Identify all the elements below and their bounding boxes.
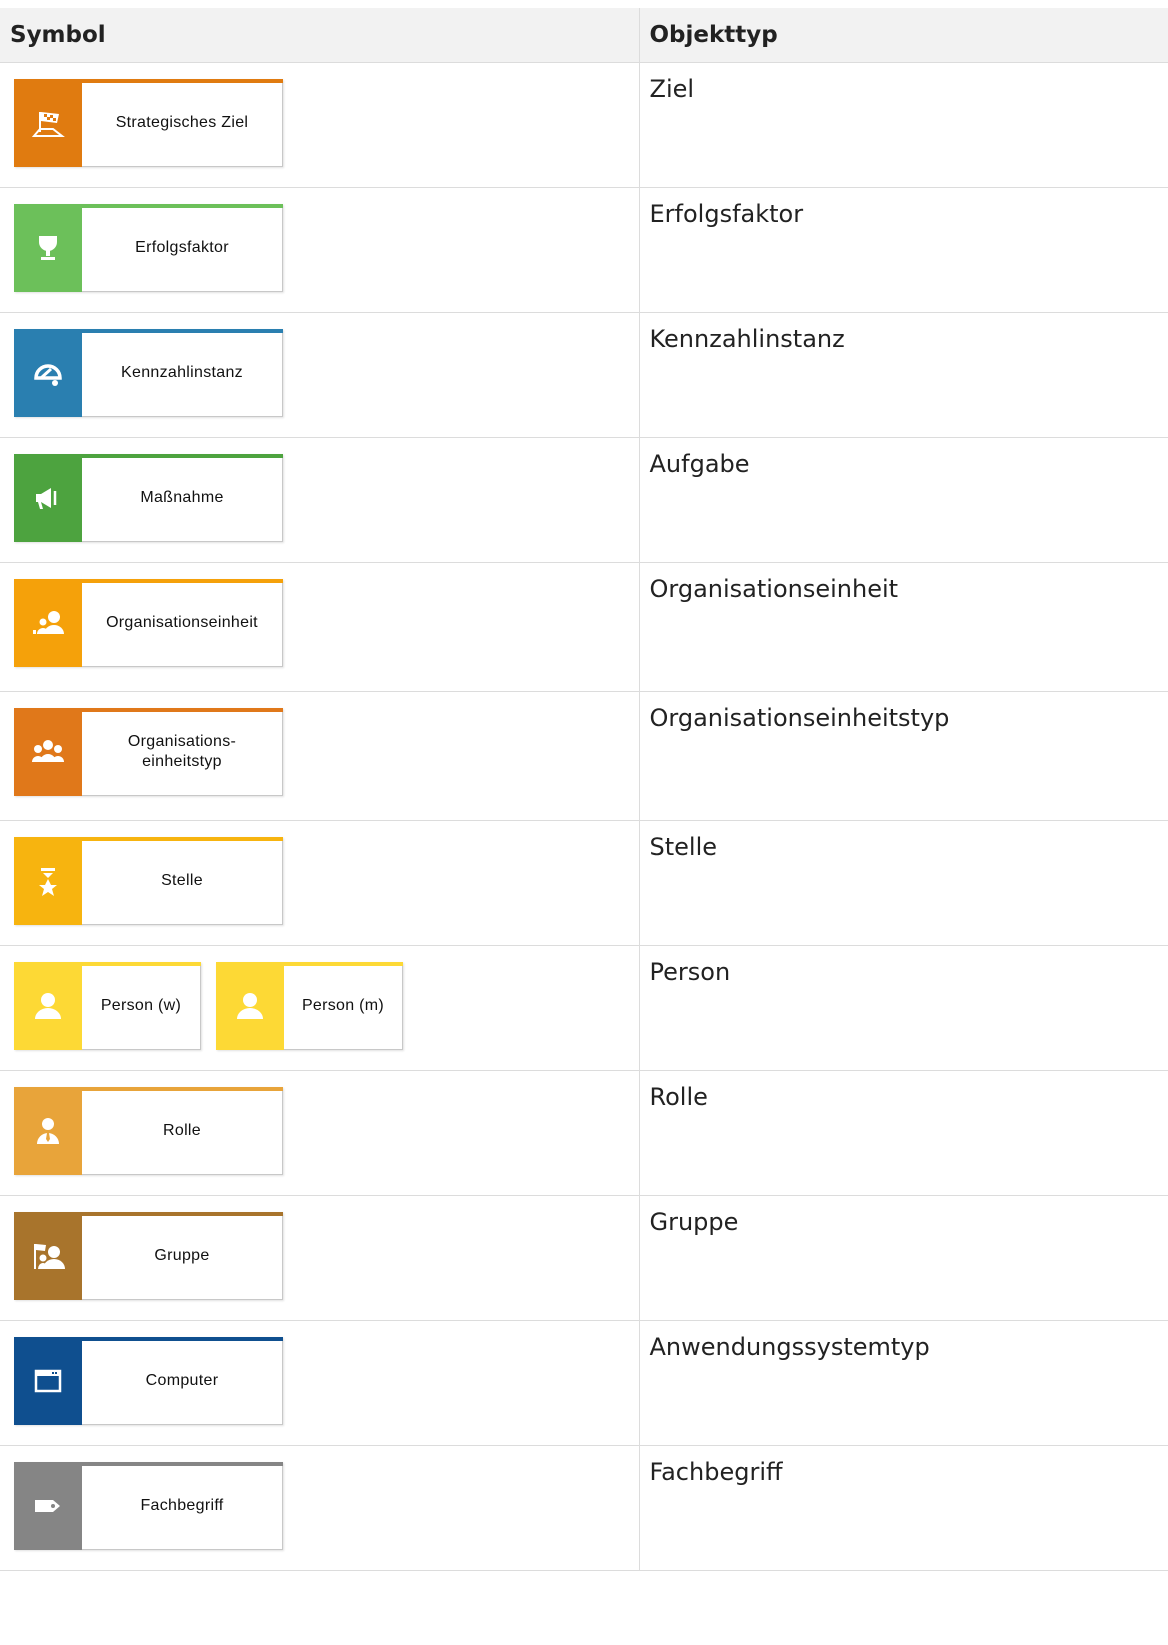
flag-icon — [14, 79, 82, 167]
object-symbol: Organisationseinheit — [14, 579, 283, 667]
trophy-icon — [14, 204, 82, 292]
objekttyp-cell: Rolle — [639, 1070, 1168, 1196]
table-row: Person (w) Person (m) Person — [0, 945, 1168, 1071]
table-row: Maßnahme Aufgabe — [0, 437, 1168, 563]
table-row: Strategisches Ziel Ziel — [0, 62, 1168, 188]
objekttyp-cell: Organisationseinheit — [639, 562, 1168, 692]
objekttyp-cell: Organisationseinheitstyp — [639, 691, 1168, 821]
object-symbol: Kennzahlinstanz — [14, 329, 283, 417]
object-symbol: Rolle — [14, 1087, 283, 1175]
table-row: Organisations- einheitstyp Organisationse… — [0, 691, 1168, 821]
window-icon — [14, 1337, 82, 1425]
objekttyp-cell: Gruppe — [639, 1195, 1168, 1321]
org-unit-type-icon — [14, 708, 82, 796]
objekttyp-cell: Aufgabe — [639, 437, 1168, 563]
symbol-cell: Organisations- einheitstyp — [0, 691, 640, 821]
person-female-icon — [14, 962, 82, 1050]
objekttyp-cell: Fachbegriff — [639, 1445, 1168, 1571]
object-symbol: Organisations- einheitstyp — [14, 708, 283, 796]
symbol-label: Erfolgsfaktor — [135, 239, 229, 256]
symbol-label: Strategisches Ziel — [115, 114, 249, 131]
objekttyp-cell: Anwendungssystemtyp — [639, 1320, 1168, 1446]
header-symbol: Symbol — [0, 8, 640, 63]
table-row: Computer Anwendungssystemtyp — [0, 1320, 1168, 1446]
symbol-label: Stelle — [161, 872, 203, 889]
header-row: Symbol Objekttyp — [0, 8, 1168, 63]
symbol-cell: Kennzahlinstanz — [0, 312, 640, 438]
symbol-cell: Person (w) Person (m) — [0, 945, 640, 1071]
objekttyp-cell: Stelle — [639, 820, 1168, 946]
position-icon — [14, 837, 82, 925]
object-symbol: Fachbegriff — [14, 1462, 283, 1550]
role-icon — [14, 1087, 82, 1175]
table-row: Rolle Rolle — [0, 1070, 1168, 1196]
megaphone-icon — [14, 454, 82, 542]
symbol-label: Rolle — [163, 1122, 201, 1139]
symbol-label: Organisationseinheit — [106, 614, 258, 631]
object-symbol: Person (w) — [14, 962, 201, 1050]
symbol-label: Kennzahlinstanz — [121, 364, 243, 381]
symbol-cell: Computer — [0, 1320, 640, 1446]
symbol-cell: Maßnahme — [0, 437, 640, 563]
object-symbol: Stelle — [14, 837, 283, 925]
table-row: Fachbegriff Fachbegriff — [0, 1445, 1168, 1571]
symbol-label: Person (w) — [100, 997, 182, 1014]
object-symbol: Gruppe — [14, 1212, 283, 1300]
symbol-label: Fachbegriff — [140, 1497, 224, 1514]
gauge-icon — [14, 329, 82, 417]
table-row: Organisationseinheit Organisationseinheit — [0, 562, 1168, 692]
objekttyp-cell: Person — [639, 945, 1168, 1071]
table-row: Erfolgsfaktor Erfolgsfaktor — [0, 187, 1168, 313]
symbol-cell: Organisationseinheit — [0, 562, 640, 692]
objekttyp-cell: Ziel — [639, 62, 1168, 188]
object-symbol: Maßnahme — [14, 454, 283, 542]
group-icon — [14, 1212, 82, 1300]
symbol-cell: Stelle — [0, 820, 640, 946]
org-unit-icon — [14, 579, 82, 667]
symbol-table: Symbol Objekttyp Strategisches Ziel Ziel E… — [0, 8, 1168, 1571]
symbol-cell: Rolle — [0, 1070, 640, 1196]
symbol-cell: Fachbegriff — [0, 1445, 640, 1571]
table-row: Stelle Stelle — [0, 820, 1168, 946]
symbol-label: Organisations- einheitstyp — [127, 733, 237, 770]
object-symbol: Erfolgsfaktor — [14, 204, 283, 292]
object-symbol: Person (m) — [216, 962, 403, 1050]
object-symbol: Strategisches Ziel — [14, 79, 283, 167]
symbol-label: Computer — [145, 1372, 219, 1389]
symbol-cell: Erfolgsfaktor — [0, 187, 640, 313]
symbol-cell: Gruppe — [0, 1195, 640, 1321]
symbol-label: Gruppe — [154, 1247, 210, 1264]
table-row: Gruppe Gruppe — [0, 1195, 1168, 1321]
objekttyp-cell: Kennzahlinstanz — [639, 312, 1168, 438]
header-objekttyp: Objekttyp — [639, 8, 1168, 63]
person-male-icon — [216, 962, 284, 1050]
object-symbol: Computer — [14, 1337, 283, 1425]
objekttyp-cell: Erfolgsfaktor — [639, 187, 1168, 313]
symbol-label: Maßnahme — [140, 489, 224, 506]
tag-icon — [14, 1462, 82, 1550]
symbol-label: Person (m) — [301, 997, 385, 1014]
table-row: Kennzahlinstanz Kennzahlinstanz — [0, 312, 1168, 438]
symbol-cell: Strategisches Ziel — [0, 62, 640, 188]
